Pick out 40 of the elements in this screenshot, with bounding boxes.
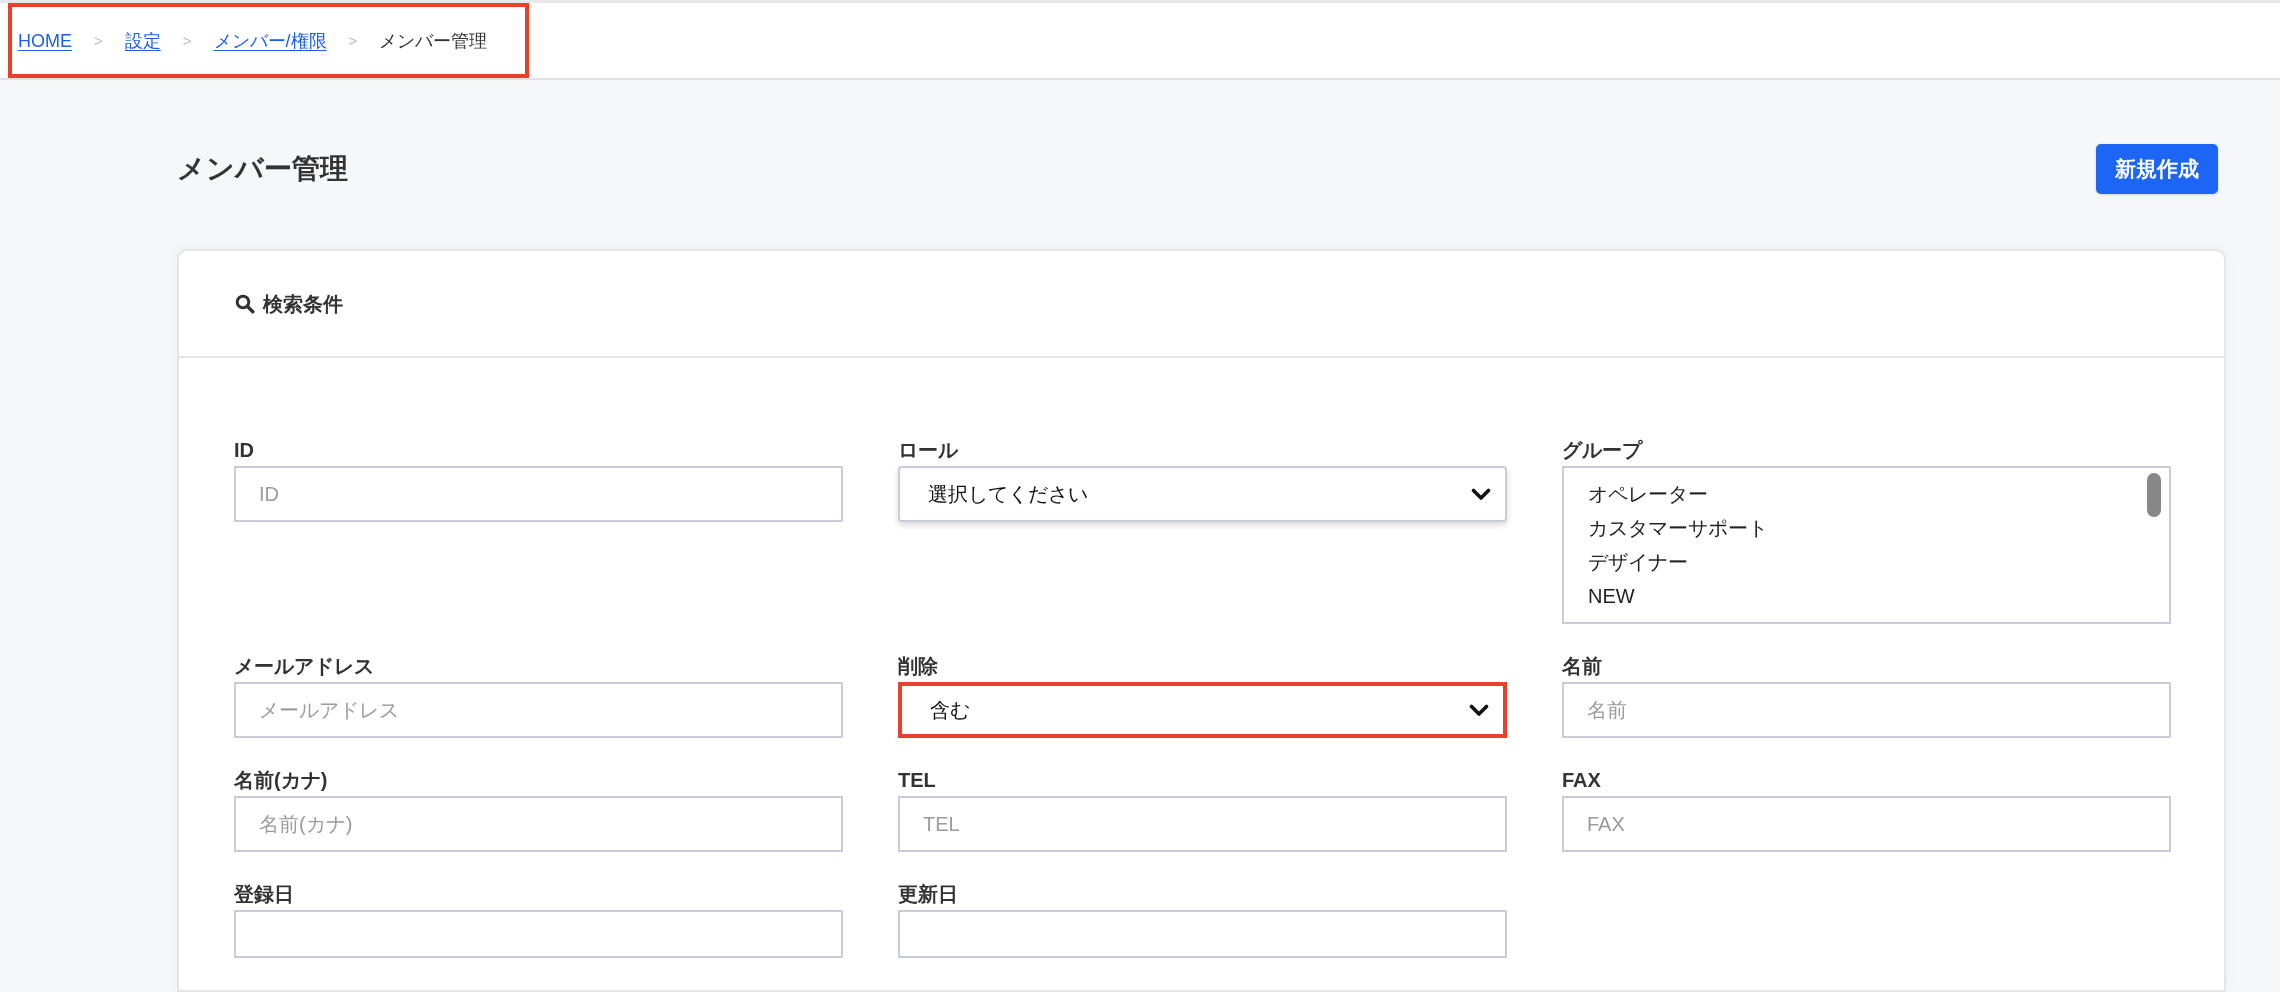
field-label: FAX <box>1562 768 1601 792</box>
search-icon <box>235 293 255 314</box>
text-input-field[interactable]: TEL <box>898 796 1507 852</box>
scrollbar-thumb[interactable] <box>2147 473 2161 517</box>
breadcrumb-link[interactable]: 設定 <box>124 28 161 53</box>
chevron-down-icon <box>1469 703 1489 717</box>
text-input-field[interactable]: FAX <box>1562 796 2171 852</box>
field-label: 名前(カナ) <box>234 768 328 792</box>
search-panel-title: 検索条件 <box>263 291 343 317</box>
new-button[interactable]: 新規作成 <box>2096 144 2218 194</box>
list-option[interactable]: デザイナー <box>1588 545 1688 579</box>
text-input-field[interactable]: 名前 <box>1562 682 2171 738</box>
list-option[interactable]: NEW <box>1588 579 1635 613</box>
breadcrumb-link[interactable]: メンバー/権限 <box>213 28 327 53</box>
breadcrumb-separator: > <box>94 30 103 51</box>
date-input-field[interactable] <box>234 910 843 958</box>
breadcrumb-current: メンバー管理 <box>379 29 488 53</box>
field-label: ロール <box>898 438 958 462</box>
field-label: 名前 <box>1562 654 1602 678</box>
field-label: 登録日 <box>234 882 294 906</box>
page-title: メンバー管理 <box>177 152 348 186</box>
text-input-field[interactable]: ID <box>234 466 843 522</box>
field-label: ID <box>234 438 254 462</box>
field-label: グループ <box>1562 438 1642 462</box>
breadcrumb-link[interactable]: HOME <box>18 28 72 53</box>
text-input-field[interactable]: メールアドレス <box>234 682 843 738</box>
field-label: メールアドレス <box>234 654 374 678</box>
select-dropdown[interactable]: 含む <box>898 682 1507 738</box>
field-label: 更新日 <box>898 882 958 906</box>
text-input-field[interactable]: 名前(カナ) <box>234 796 843 852</box>
chevron-down-icon <box>1471 487 1491 501</box>
date-input-field[interactable] <box>898 910 1507 958</box>
breadcrumb-separator: > <box>348 30 358 51</box>
field-label: TEL <box>898 768 936 792</box>
select-dropdown[interactable]: 選択してください <box>898 466 1507 522</box>
group-listbox[interactable]: オペレーター カスタマーサポート デザイナー NEW <box>1562 466 2171 624</box>
field-label: 削除 <box>898 654 938 678</box>
breadcrumb-separator: > <box>182 30 192 51</box>
list-option[interactable]: カスタマーサポート <box>1588 511 1768 545</box>
list-option[interactable]: オペレーター <box>1588 477 1708 511</box>
